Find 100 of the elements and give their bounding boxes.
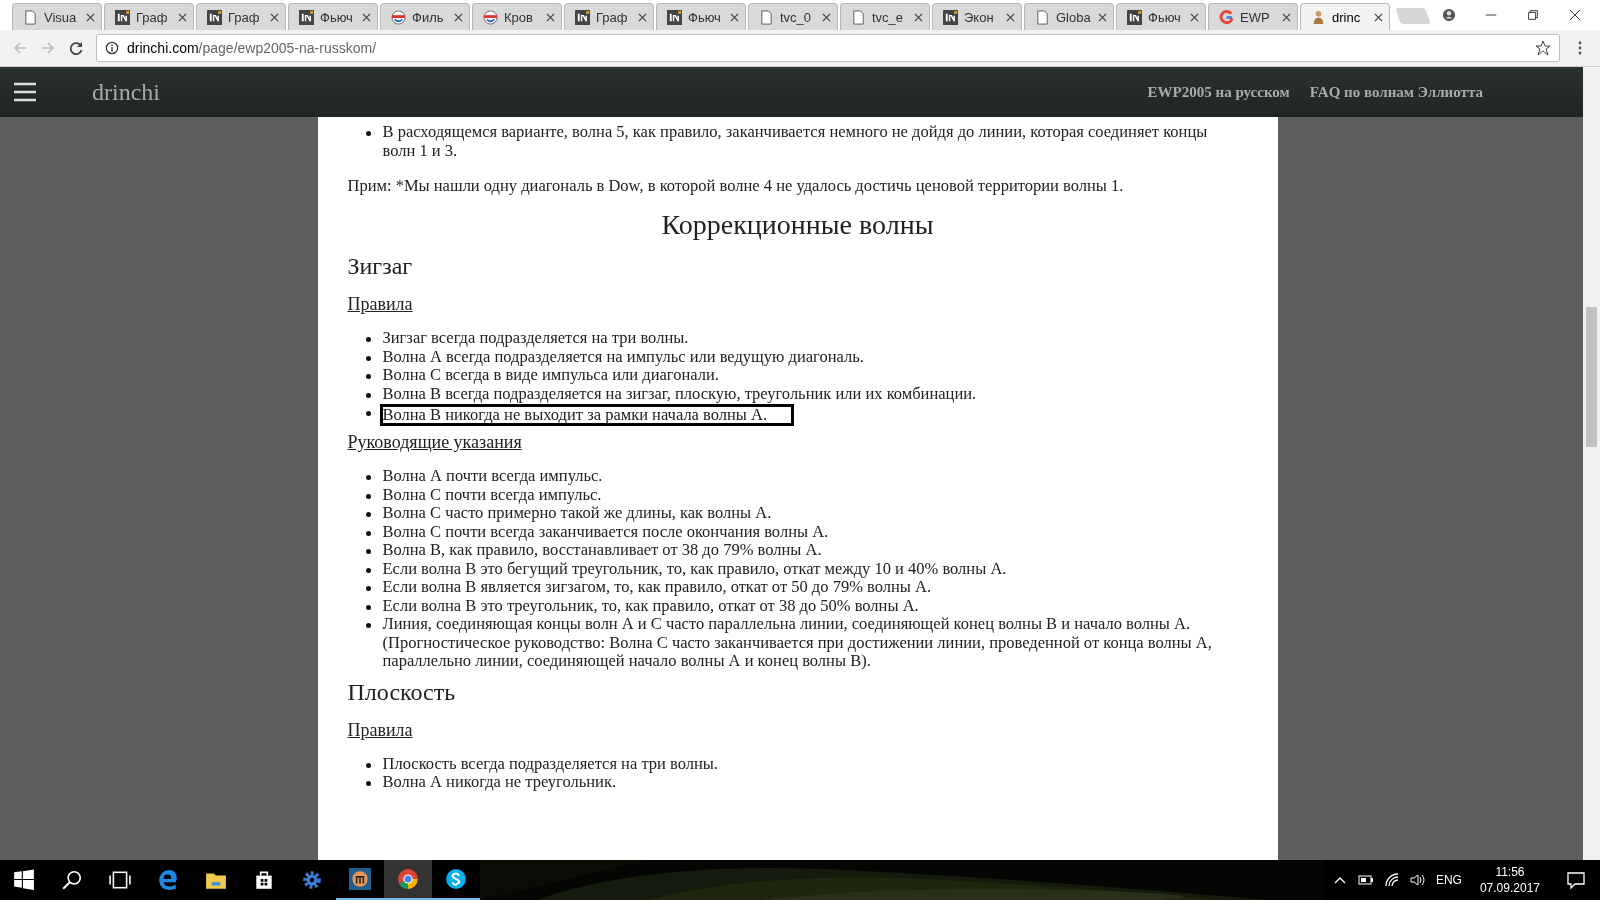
site-logo[interactable]: drinchi <box>92 78 160 106</box>
subheading: Правила <box>347 719 414 741</box>
bullet-icon <box>365 567 371 573</box>
bookmark-star-icon[interactable] <box>1535 40 1551 56</box>
list-item: Волна С почти всегда заканчивается после окончания волны А. <box>382 522 829 541</box>
inv-logo-icon <box>667 9 682 25</box>
windows-icon <box>13 869 35 891</box>
bullet-icon <box>365 493 371 499</box>
list-item: Волна В всегда подразделяется на зигзаг, плоскую, треугольник или их комбинации. <box>382 384 977 403</box>
info-icon <box>105 41 119 55</box>
browser-tab[interactable]: Globa <box>1024 3 1114 30</box>
browser-tab[interactable]: Visua <box>12 3 102 30</box>
bullet-icon <box>365 355 371 361</box>
scrollbar-thumb[interactable] <box>1586 307 1597 447</box>
bullet-icon <box>365 374 371 379</box>
skype-icon <box>445 868 467 890</box>
language-indicator[interactable]: ENG <box>1435 873 1462 887</box>
browser-tab[interactable]: EWP <box>1208 3 1298 30</box>
browser-tab[interactable]: Кров <box>472 3 562 30</box>
close-icon[interactable] <box>1098 12 1107 22</box>
list-item: Если волна В является зигзагом, то, как правило, откат от 50 до 79% волны А. <box>382 578 932 597</box>
battery-icon[interactable] <box>1357 872 1374 888</box>
store-bag-icon <box>253 869 275 891</box>
notification-icon[interactable] <box>1566 870 1586 890</box>
close-icon[interactable] <box>638 12 647 22</box>
close-icon[interactable] <box>730 12 739 22</box>
browser-tab[interactable]: Экон <box>932 3 1022 30</box>
browser-tab[interactable]: tvc_0 <box>748 3 838 30</box>
document-icon <box>1035 9 1050 25</box>
list-item: Зигзаг всегда подразделяется на три волны. <box>382 329 689 348</box>
globe-icon <box>483 9 498 25</box>
browser-tab[interactable]: Граф <box>196 3 286 30</box>
document-icon <box>759 9 774 25</box>
menu-icon[interactable] <box>14 82 36 102</box>
edge-icon <box>157 869 179 891</box>
subheading: Руководящие указания <box>347 432 523 453</box>
list-item: Если волна В это треугольник, то, как правило, откат от 38 до 50% волны А. <box>382 596 919 615</box>
list-item: Волна С всегда в виде импульса или диагонали. <box>382 366 719 385</box>
restore-icon[interactable] <box>1526 8 1540 22</box>
bullet-icon <box>365 475 371 480</box>
nav-link[interactable]: EWP2005 на русском <box>1147 83 1290 101</box>
browser-tab[interactable]: Фьюч <box>288 3 378 30</box>
close-icon[interactable] <box>86 12 95 22</box>
close-icon[interactable] <box>1190 12 1199 22</box>
list-item: Волна В, как правило, восстанавливает от 38 до 79% волны А. <box>382 541 822 560</box>
list-item: Волна А почти всегда импульс. <box>382 467 603 486</box>
browser-tab[interactable]: Граф <box>564 3 654 30</box>
section-heading: Плоскость <box>347 678 457 706</box>
close-icon[interactable] <box>454 12 463 22</box>
figure-icon <box>1311 9 1326 25</box>
close-icon[interactable] <box>1568 8 1582 22</box>
close-icon[interactable] <box>270 12 279 22</box>
close-icon[interactable] <box>1282 12 1291 22</box>
close-icon[interactable] <box>914 12 923 22</box>
inv-logo-icon <box>1127 9 1142 25</box>
globe-icon <box>391 9 406 25</box>
address-bar[interactable]: drinchi.com/page/ewp2005-na-russkom/ <box>96 34 1560 62</box>
close-icon[interactable] <box>1006 12 1015 22</box>
list-item: Линия, соединяющая концы волн А и С часто параллельна линии, соединяющей конец волны В и начало волны А. (Прогностическое руководство: Волна С часто заканчивается при достижении линии, проведенной от конца волны А, параллельно линии, соединяющей начало волны А и конец волны В). <box>382 615 1213 671</box>
close-icon[interactable] <box>822 12 831 22</box>
inv-logo-icon <box>575 9 590 25</box>
browser-tab[interactable]: Фьюч <box>656 3 746 30</box>
bullet-icon <box>365 337 371 342</box>
close-icon[interactable] <box>1374 12 1383 22</box>
list-item: Плоскость всегда подразделяется на три волны. <box>382 754 718 773</box>
browser-tab[interactable]: Филь <box>380 3 470 30</box>
paragraph: Прим: *Мы нашли одну диагональ в Dow, в которой волне 4 не удалось достичь ценовой территории волны 1. <box>347 176 1125 195</box>
close-icon[interactable] <box>362 12 371 22</box>
app-icon <box>349 868 371 890</box>
subheading: Правила <box>347 294 414 315</box>
bullet-icon <box>365 781 371 786</box>
bullet-icon <box>365 762 371 768</box>
list-item: Волна С почти всегда импульс. <box>382 485 602 504</box>
document-icon <box>851 9 866 25</box>
taskbar-button[interactable] <box>384 860 432 900</box>
close-icon[interactable] <box>546 12 555 22</box>
close-icon[interactable] <box>178 12 187 22</box>
wifi-icon[interactable] <box>1383 872 1400 888</box>
clock-time[interactable]: 11:56 <box>1495 865 1525 879</box>
browser-tab[interactable]: Граф <box>104 3 194 30</box>
bullet-icon <box>365 131 371 136</box>
clock-date[interactable]: 07.09.2017 <box>1479 881 1540 895</box>
browser-tab[interactable]: Фьюч <box>1116 3 1206 30</box>
search-icon <box>61 869 83 891</box>
bullet-icon <box>365 604 371 610</box>
bullet-icon <box>365 392 371 398</box>
bullet-icon <box>365 411 371 416</box>
document-icon <box>23 9 38 25</box>
reload-icon[interactable] <box>68 40 84 56</box>
list-item: В расходящемся варианте, волна 5, как правило, заканчивается немного не дойдя до линии, которая соединяет концы волн 1 и 3. <box>382 123 1209 160</box>
inv-logo-icon <box>115 9 130 25</box>
browser-tab[interactable]: drinc <box>1300 3 1390 30</box>
browser-tab[interactable]: tvc_e <box>840 3 930 30</box>
google-icon <box>1219 9 1234 25</box>
volume-icon[interactable] <box>1409 872 1426 888</box>
bullet-icon <box>365 530 371 536</box>
nav-link[interactable]: FAQ по волнам Эллиотта <box>1309 83 1483 101</box>
profile-icon[interactable] <box>1442 8 1456 22</box>
inv-logo-icon <box>943 9 958 25</box>
bullet-icon <box>365 623 371 628</box>
